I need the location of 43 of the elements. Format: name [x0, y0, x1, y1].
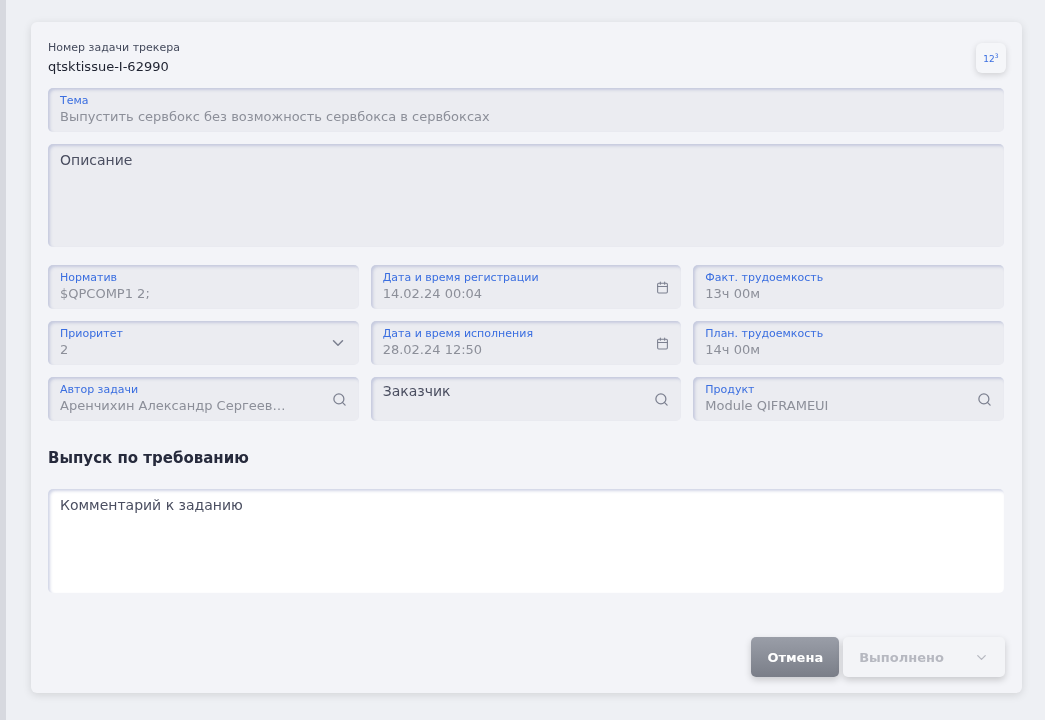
numeric-format-button[interactable]: 12$^{3}$ [976, 43, 1006, 73]
search-icon[interactable] [331, 391, 347, 407]
field-value: 13ч 00м [705, 284, 762, 303]
form-field[interactable]: Продукт Module QIFRAMEUI [693, 377, 1004, 421]
calendar-icon[interactable] [656, 336, 670, 350]
field-label: Факт. трудоемкость [705, 270, 825, 284]
form-field[interactable]: Приоритет 2 [48, 321, 359, 365]
field-value: 2 [60, 340, 70, 359]
field-value: 28.02.24 12:50 [382, 340, 484, 359]
field-value: $QPCOMP1 2; [60, 284, 151, 303]
field-value: Module QIFRAMEUI [705, 396, 830, 415]
field-label: Норматив [60, 270, 119, 284]
calendar-icon[interactable] [656, 280, 670, 294]
field-label: Автор задачи [60, 382, 140, 396]
field-label: Дата и время регистрации [382, 270, 540, 284]
form-field[interactable]: Автор задачи Аренчихин Александр Сергеев… [48, 377, 359, 421]
form-field[interactable]: Факт. трудоемкость 13ч 00м [693, 265, 1004, 309]
field-value: 14.02.24 00:04 [382, 284, 484, 303]
field-placeholder: Комментарий к заданию [60, 496, 243, 515]
field-label: Приоритет [60, 326, 124, 340]
field-label: Тема [60, 93, 90, 107]
subject-field[interactable]: Тема Выпустить сервбокс без возможность сервбокса в сервбоксах [48, 88, 1004, 132]
description-field[interactable]: Описание [48, 144, 1004, 247]
search-icon[interactable] [977, 391, 992, 407]
tracker-number-label: Номер задачи трекера [48, 41, 180, 54]
field-label: Дата и время исполнения [382, 326, 534, 340]
section-title: Выпуск по требованию [48, 449, 250, 467]
field-label: План. трудоемкость [705, 326, 825, 340]
form-field[interactable]: Дата и время регистрации 14.02.24 00:04 [370, 265, 682, 309]
cancel-button[interactable]: Отмена [751, 637, 840, 677]
form-field[interactable]: Норматив $QPCOMP1 2; [48, 265, 359, 309]
comment-field[interactable]: Комментарий к заданию [48, 489, 1004, 593]
field-label: Продукт [705, 382, 756, 396]
tracker-number-value: qtsktissue-I-62990 [48, 59, 170, 74]
form-field[interactable]: Дата и время исполнения 28.02.24 12:50 [370, 321, 682, 365]
field-value: Выпустить сервбокс без возможность сервбокса в сервбоксах [60, 107, 491, 126]
form-field[interactable]: Заказчик [370, 377, 682, 421]
field-value: Аренчихин Александр Сергеев… [60, 396, 287, 415]
field-placeholder: Описание [60, 151, 133, 170]
search-icon[interactable] [654, 391, 670, 407]
field-placeholder: Заказчик [382, 382, 452, 401]
form-field[interactable]: План. трудоемкость 14ч 00м [693, 321, 1004, 365]
field-value: 14ч 00м [705, 340, 762, 359]
